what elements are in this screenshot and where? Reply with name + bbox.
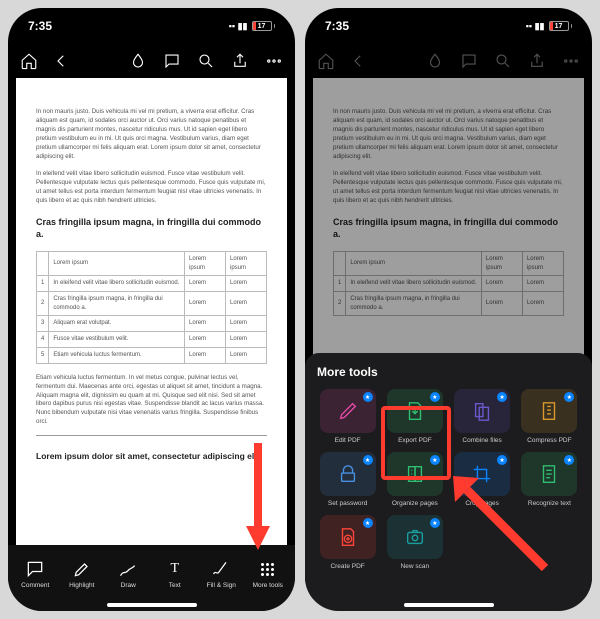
phone-left: 7:35 ▪▪ ▮▮ 17 In non mauris justo. Duis … [8, 8, 295, 611]
sheet-title: More tools [317, 365, 580, 379]
bottom-toolbar: Comment Highlight Draw TText Fill & Sign… [8, 545, 295, 611]
premium-badge-icon: ★ [363, 455, 373, 465]
status-time: 7:35 [325, 19, 349, 33]
doc-paragraph: In non mauris justo. Duis vehicula mi ve… [36, 108, 267, 162]
pencil-icon [118, 559, 138, 579]
tool-set-password[interactable]: ★ Set password [317, 452, 378, 507]
doc-paragraph: In eleifend velit vitae libero sollicitu… [36, 170, 267, 206]
tool-draw[interactable]: Draw [105, 559, 151, 589]
premium-badge-icon: ★ [430, 392, 440, 402]
tool-label: Create PDF [330, 563, 364, 570]
highlighter-icon [72, 559, 92, 579]
tool-more-tools[interactable]: More tools [245, 559, 291, 589]
tool-compress-pdf[interactable]: ★ Compress PDF [519, 389, 580, 444]
search-icon[interactable] [197, 52, 215, 70]
tool-label: Edit PDF [335, 437, 361, 444]
premium-badge-icon: ★ [564, 455, 574, 465]
signal-icon: ▪▪ ▮▮ [526, 21, 545, 32]
doc-paragraph: Etiam vehicula luctus fermentum. In vel … [36, 374, 267, 428]
tool-comment[interactable]: Comment [12, 559, 58, 589]
speech-icon [25, 559, 45, 579]
home-icon[interactable] [20, 52, 38, 70]
document-viewport[interactable]: In non mauris justo. Duis vehicula mi ve… [16, 78, 287, 545]
premium-badge-icon: ★ [497, 455, 507, 465]
premium-badge-icon: ★ [430, 518, 440, 528]
more-icon[interactable] [265, 52, 283, 70]
tool-export-pdf[interactable]: ★ Export PDF [384, 389, 445, 444]
text-icon: T [165, 559, 185, 579]
status-time: 7:35 [28, 19, 52, 33]
status-bar: 7:35 ▪▪ ▮▮ 17 [8, 8, 295, 44]
tool-label: Recognize text [528, 500, 571, 507]
tool-edit-pdf[interactable]: ★ Edit PDF [317, 389, 378, 444]
battery-icon: 17 [549, 21, 573, 31]
tool-create-pdf[interactable]: ★ Create PDF [317, 515, 378, 570]
doc-heading: Cras fringilla ipsum magna, in fringilla… [36, 216, 267, 241]
tool-recognize-text[interactable]: ★ Recognize text [519, 452, 580, 507]
tool-new-scan[interactable]: ★ New scan [384, 515, 445, 570]
premium-badge-icon: ★ [497, 392, 507, 402]
tool-label: Export PDF [398, 437, 432, 444]
tool-organize-pages[interactable]: ★ Organize pages [384, 452, 445, 507]
phone-right: 7:35 ▪▪ ▮▮ 17 In non mauris justo. Duis … [305, 8, 592, 611]
home-indicator [404, 603, 494, 607]
tool-label: Combine files [462, 437, 501, 444]
top-toolbar [8, 44, 295, 78]
status-bar: 7:35 ▪▪ ▮▮ 17 [305, 8, 592, 44]
tool-text[interactable]: TText [152, 559, 198, 589]
liquid-icon[interactable] [129, 52, 147, 70]
tool-crop-pages[interactable]: ★ Crop pages [452, 452, 513, 507]
tool-label: Organize pages [392, 500, 438, 507]
doc-table: Lorem ipsumLorem ipsumLorem ipsum 1In el… [36, 251, 267, 364]
tool-label: Set password [328, 500, 367, 507]
premium-badge-icon: ★ [564, 392, 574, 402]
tool-label: Compress PDF [527, 437, 571, 444]
signal-icon: ▪▪ ▮▮ [229, 21, 248, 32]
tool-label: New scan [401, 563, 430, 570]
more-tools-sheet: More tools ★ Edit PDF ★ Export PDF ★ Com… [305, 353, 592, 611]
premium-badge-icon: ★ [363, 392, 373, 402]
share-icon[interactable] [231, 52, 249, 70]
battery-icon: 17 [252, 21, 276, 31]
tool-combine-files[interactable]: ★ Combine files [452, 389, 513, 444]
tool-fill-sign[interactable]: Fill & Sign [198, 559, 244, 589]
tool-label: Crop pages [465, 500, 499, 507]
home-indicator [107, 603, 197, 607]
sign-icon [211, 559, 231, 579]
doc-subheading: Lorem ipsum dolor sit amet, consectetur … [36, 450, 267, 462]
back-icon[interactable] [52, 52, 70, 70]
comment-icon[interactable] [163, 52, 181, 70]
premium-badge-icon: ★ [363, 518, 373, 528]
premium-badge-icon: ★ [430, 455, 440, 465]
grid-icon [258, 559, 278, 579]
tool-highlight[interactable]: Highlight [59, 559, 105, 589]
